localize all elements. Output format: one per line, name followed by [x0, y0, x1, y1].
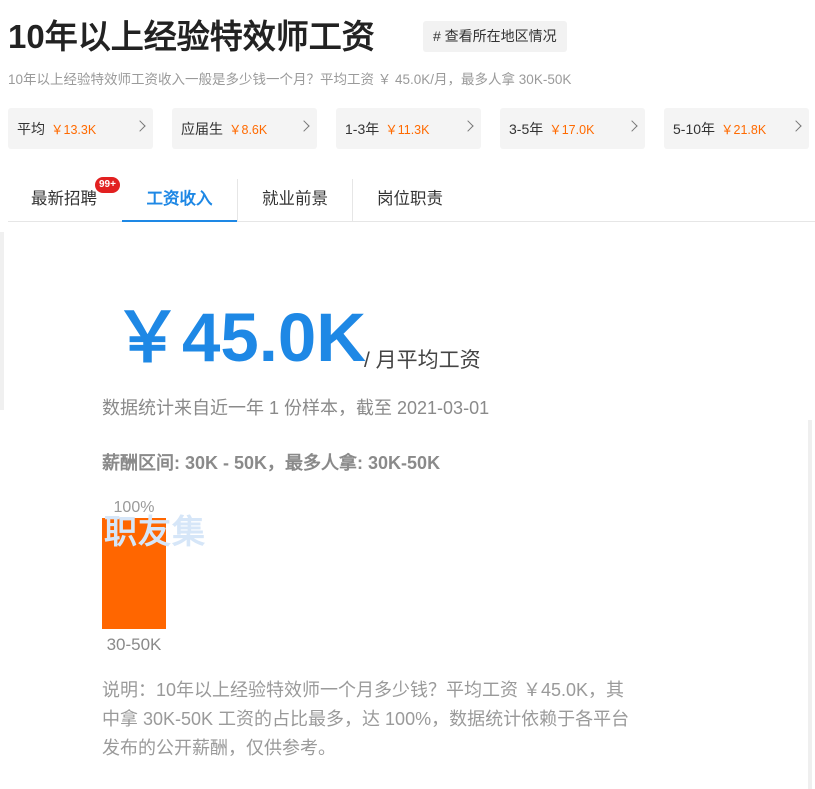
salary-range-text: 薪酬区间: 30K - 50K，最多人拿: 30K-50K: [102, 453, 441, 473]
chart-category-label: 30-50K: [107, 635, 162, 654]
stat-card-label: 应届生: [181, 120, 223, 137]
data-source-text: 数据统计来自近一年 1 份样本，截至 2021-03-01: [102, 398, 490, 418]
page-title: 10年以上经验特效师工资: [8, 18, 375, 55]
tab-latest-jobs[interactable]: 最新招聘 99+: [8, 177, 120, 222]
chevron-right-icon: [626, 120, 638, 132]
chevron-right-icon: [298, 120, 310, 132]
average-salary-value: ￥45.0K: [113, 299, 367, 376]
stat-card-label: 1-3年: [345, 120, 380, 137]
stat-card-1-3-years[interactable]: 1-3年 ￥11.3K: [336, 108, 481, 149]
panel-shadow: [0, 232, 4, 410]
average-salary-label: / 月平均工资: [364, 349, 481, 372]
panel-shadow: [808, 420, 812, 789]
chevron-right-icon: [790, 120, 802, 132]
stat-cards: 平均 ￥13.3K 应届生 ￥8.6K 1-3年 ￥11.3K 3-5年 ￥17…: [8, 108, 810, 149]
stat-card-value: ￥11.3K: [385, 123, 430, 137]
stat-card-average[interactable]: 平均 ￥13.3K: [8, 108, 153, 149]
stat-card-5-10-years[interactable]: 5-10年 ￥21.8K: [664, 108, 809, 149]
tab-bar: 最新招聘 99+ 工资收入 就业前景 岗位职责: [8, 177, 815, 222]
salary-page: 10年以上经验特效师工资 # 查看所在地区情况 10年以上经验特效师工资收入一般…: [0, 0, 815, 789]
chevron-right-icon: [134, 120, 146, 132]
region-link[interactable]: # 查看所在地区情况: [423, 21, 567, 52]
stat-card-label: 平均: [17, 120, 45, 137]
stat-card-3-5-years[interactable]: 3-5年 ￥17.0K: [500, 108, 645, 149]
stat-card-value: ￥8.6K: [229, 123, 268, 137]
tab-responsibilities[interactable]: 岗位职责: [353, 177, 467, 222]
stat-card-label: 3-5年: [509, 120, 544, 137]
tab-prospects[interactable]: 就业前景: [238, 177, 352, 222]
tab-salary[interactable]: 工资收入: [122, 177, 237, 222]
stat-card-value: ￥13.3K: [51, 123, 97, 137]
tab-label: 最新招聘: [31, 190, 97, 208]
tab-label: 就业前景: [262, 190, 328, 208]
stat-card-graduate[interactable]: 应届生 ￥8.6K: [172, 108, 317, 149]
stat-card-value: ￥17.0K: [549, 123, 595, 137]
tab-label: 岗位职责: [377, 190, 443, 208]
stat-card-label: 5-10年: [673, 120, 716, 137]
stat-card-value: ￥21.8K: [721, 123, 767, 137]
title-row: 10年以上经验特效师工资: [8, 10, 375, 58]
page-subtitle: 10年以上经验特效师工资收入一般是多少钱一个月？平均工资 ￥ 45.0K/月，最…: [8, 72, 572, 87]
notification-badge: 99+: [95, 177, 120, 193]
explanation-note: 说明：10年以上经验特效师一个月多少钱？平均工资 ￥45.0K，其中拿 30K-…: [102, 680, 630, 758]
chevron-right-icon: [462, 120, 474, 132]
tab-label: 工资收入: [146, 190, 213, 208]
watermark-logo: 职友集: [104, 513, 206, 550]
